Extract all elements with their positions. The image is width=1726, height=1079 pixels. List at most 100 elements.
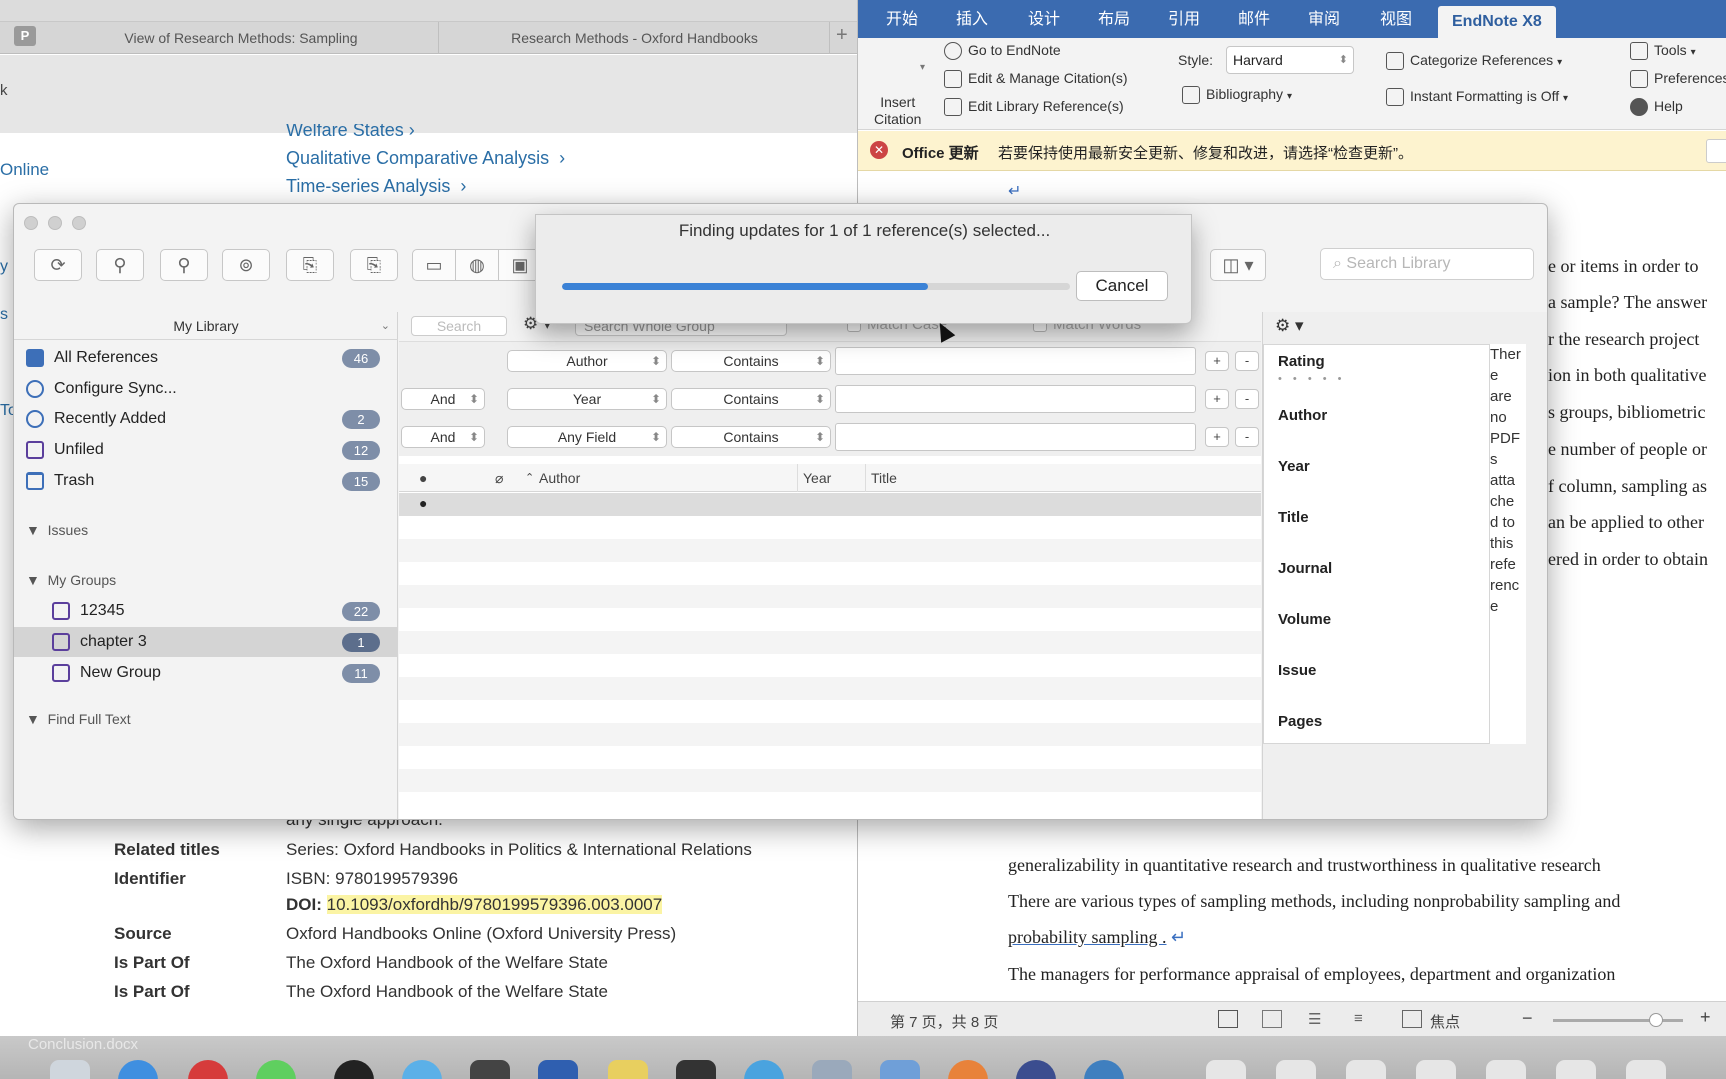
sidebar-group-new-group[interactable]: New Group 11 bbox=[14, 658, 398, 688]
app-icon[interactable] bbox=[812, 1060, 852, 1079]
zoom-slider[interactable] bbox=[1553, 1013, 1683, 1027]
categorize-references-button[interactable]: Categorize References ▾ bbox=[1386, 52, 1562, 71]
share-icon[interactable]: ⚲ bbox=[160, 249, 208, 281]
search-term-input[interactable] bbox=[835, 423, 1196, 451]
page-count[interactable]: 第 7 页，共 8 页 bbox=[890, 1011, 998, 1032]
field-year[interactable]: Year bbox=[1278, 458, 1310, 475]
window-thumbnail[interactable] bbox=[1206, 1060, 1246, 1079]
column-year[interactable]: Year bbox=[803, 464, 831, 492]
library-selector[interactable]: My Library ⌄ bbox=[14, 312, 398, 340]
window-thumbnail[interactable] bbox=[1276, 1060, 1316, 1079]
remove-row-button[interactable]: - bbox=[1235, 389, 1259, 409]
focus-label[interactable]: 焦点 bbox=[1430, 1011, 1460, 1032]
read-status-column-icon[interactable]: ● bbox=[419, 464, 427, 492]
partial-link[interactable]: Online bbox=[0, 160, 49, 180]
table-row[interactable]: ● bbox=[399, 493, 1261, 516]
link-qca[interactable]: Qualitative Comparative Analysis › bbox=[286, 148, 565, 169]
format-bibliography-icon[interactable]: ⎘ bbox=[350, 249, 398, 281]
go-to-endnote-button[interactable]: Go to EndNote bbox=[944, 42, 1061, 61]
search-operator-select[interactable]: Contains bbox=[671, 426, 831, 448]
tools-button[interactable]: Tools ▾ bbox=[1630, 42, 1696, 61]
layout-toggle-icon[interactable]: ◫ ▾ bbox=[1210, 249, 1266, 281]
bibliography-button[interactable]: Bibliography ▾ bbox=[1182, 86, 1292, 105]
field-author[interactable]: Author bbox=[1278, 407, 1327, 424]
preferences-button[interactable]: Preferences bbox=[1630, 70, 1726, 89]
column-author[interactable]: Author bbox=[539, 464, 580, 492]
search-operator-select[interactable]: Contains bbox=[671, 388, 831, 410]
field-title[interactable]: Title bbox=[1278, 509, 1309, 526]
window-thumbnail[interactable] bbox=[1346, 1060, 1386, 1079]
folder-icon[interactable]: ▭ bbox=[412, 249, 456, 281]
window-thumbnail[interactable] bbox=[1556, 1060, 1596, 1079]
field-issue[interactable]: Issue bbox=[1278, 662, 1316, 679]
edit-manage-citations-button[interactable]: Edit & Manage Citation(s) bbox=[944, 70, 1128, 89]
field-volume[interactable]: Volume bbox=[1278, 611, 1331, 628]
print-layout-icon[interactable] bbox=[1218, 1010, 1238, 1028]
insert-citation-button[interactable]: Insert Citation bbox=[874, 94, 921, 128]
window-thumbnail[interactable] bbox=[1486, 1060, 1526, 1079]
sidebar-item-trash[interactable]: Trash 15 bbox=[14, 466, 398, 496]
app-icon[interactable] bbox=[334, 1060, 374, 1079]
panel-gear-icon[interactable]: ⚙ ▾ bbox=[1275, 316, 1304, 336]
messages-icon[interactable] bbox=[256, 1060, 296, 1079]
sidebar-group-chapter-3[interactable]: chapter 3 1 bbox=[14, 627, 398, 657]
finder-icon[interactable] bbox=[50, 1060, 90, 1079]
partial-link[interactable]: y bbox=[0, 258, 8, 276]
dropdown-arrow-icon[interactable]: ▾ bbox=[920, 62, 925, 73]
sidebar-group-12345[interactable]: 12345 22 bbox=[14, 596, 398, 626]
search-field-select[interactable]: Author bbox=[507, 350, 667, 372]
ribbon-tab-endnote[interactable]: EndNote X8 bbox=[1438, 6, 1556, 38]
cancel-button[interactable]: Cancel bbox=[1076, 271, 1168, 301]
sidebar-item-unfiled[interactable]: Unfiled 12 bbox=[14, 435, 398, 465]
ribbon-tab-insert[interactable]: 插入 bbox=[956, 0, 988, 38]
add-user-icon[interactable]: ⚲ bbox=[96, 249, 144, 281]
search-operator-select[interactable]: Contains bbox=[671, 350, 831, 372]
insert-citation-icon[interactable]: ⎘ bbox=[286, 249, 334, 281]
app-icon[interactable] bbox=[744, 1060, 784, 1079]
link-time-series[interactable]: Time-series Analysis › bbox=[286, 176, 466, 197]
add-row-button[interactable]: + bbox=[1205, 427, 1229, 447]
browser-tab-sampling[interactable]: View of Research Methods: Sampling bbox=[44, 22, 439, 54]
help-button[interactable]: Help bbox=[1630, 98, 1683, 117]
window-close-button[interactable] bbox=[24, 216, 38, 230]
ribbon-tab-layout[interactable]: 布局 bbox=[1098, 0, 1130, 38]
search-library-input[interactable]: ⌕ Search Library bbox=[1320, 248, 1534, 280]
search-button[interactable]: Search bbox=[411, 316, 507, 336]
browser-tab-oxford[interactable]: Research Methods - Oxford Handbooks bbox=[440, 22, 830, 54]
app-icon[interactable] bbox=[1016, 1060, 1056, 1079]
sidebar-item-recently-added[interactable]: Recently Added 2 bbox=[14, 404, 398, 434]
app-icon[interactable] bbox=[880, 1060, 920, 1079]
ribbon-tab-home[interactable]: 开始 bbox=[886, 0, 918, 38]
add-row-button[interactable]: + bbox=[1205, 389, 1229, 409]
search-term-input[interactable] bbox=[835, 347, 1196, 375]
remove-row-button[interactable]: - bbox=[1235, 351, 1259, 371]
ribbon-tab-design[interactable]: 设计 bbox=[1028, 0, 1060, 38]
instant-formatting-button[interactable]: Instant Formatting is Off ▾ bbox=[1386, 88, 1568, 107]
window-zoom-button[interactable] bbox=[72, 216, 86, 230]
section-find-full-text[interactable]: ▼ Find Full Text bbox=[26, 705, 386, 733]
sidebar-item-all-references[interactable]: All References 46 bbox=[14, 343, 398, 373]
sidebar-item-configure-sync[interactable]: Configure Sync... bbox=[14, 374, 398, 404]
word-icon[interactable] bbox=[538, 1060, 578, 1079]
rating-dots[interactable]: • • • • • bbox=[1278, 373, 1345, 385]
window-thumbnail[interactable] bbox=[1416, 1060, 1456, 1079]
outline-icon[interactable]: ☰ bbox=[1308, 1010, 1321, 1028]
field-pages[interactable]: Pages bbox=[1278, 713, 1322, 730]
app-icon[interactable] bbox=[402, 1060, 442, 1079]
app-icon[interactable] bbox=[470, 1060, 510, 1079]
focus-icon[interactable] bbox=[1402, 1010, 1422, 1028]
app-icon[interactable] bbox=[676, 1060, 716, 1079]
field-journal[interactable]: Journal bbox=[1278, 560, 1332, 577]
close-icon[interactable]: ✕ bbox=[870, 141, 888, 159]
style-select[interactable]: Harvard ⬍ bbox=[1226, 46, 1354, 74]
section-issues[interactable]: ▼ Issues bbox=[26, 516, 386, 544]
safari-icon[interactable] bbox=[118, 1060, 158, 1079]
notes-icon[interactable] bbox=[608, 1060, 648, 1079]
zoom-slider-knob[interactable] bbox=[1648, 1013, 1663, 1027]
ribbon-tab-review[interactable]: 审阅 bbox=[1308, 0, 1340, 38]
ribbon-tab-view[interactable]: 视图 bbox=[1380, 0, 1412, 38]
online-search-icon[interactable]: ◍ bbox=[455, 249, 499, 281]
pinned-tab-icon[interactable]: P bbox=[14, 26, 36, 46]
app-icon[interactable] bbox=[188, 1060, 228, 1079]
search-bool-select[interactable]: And bbox=[401, 426, 485, 448]
